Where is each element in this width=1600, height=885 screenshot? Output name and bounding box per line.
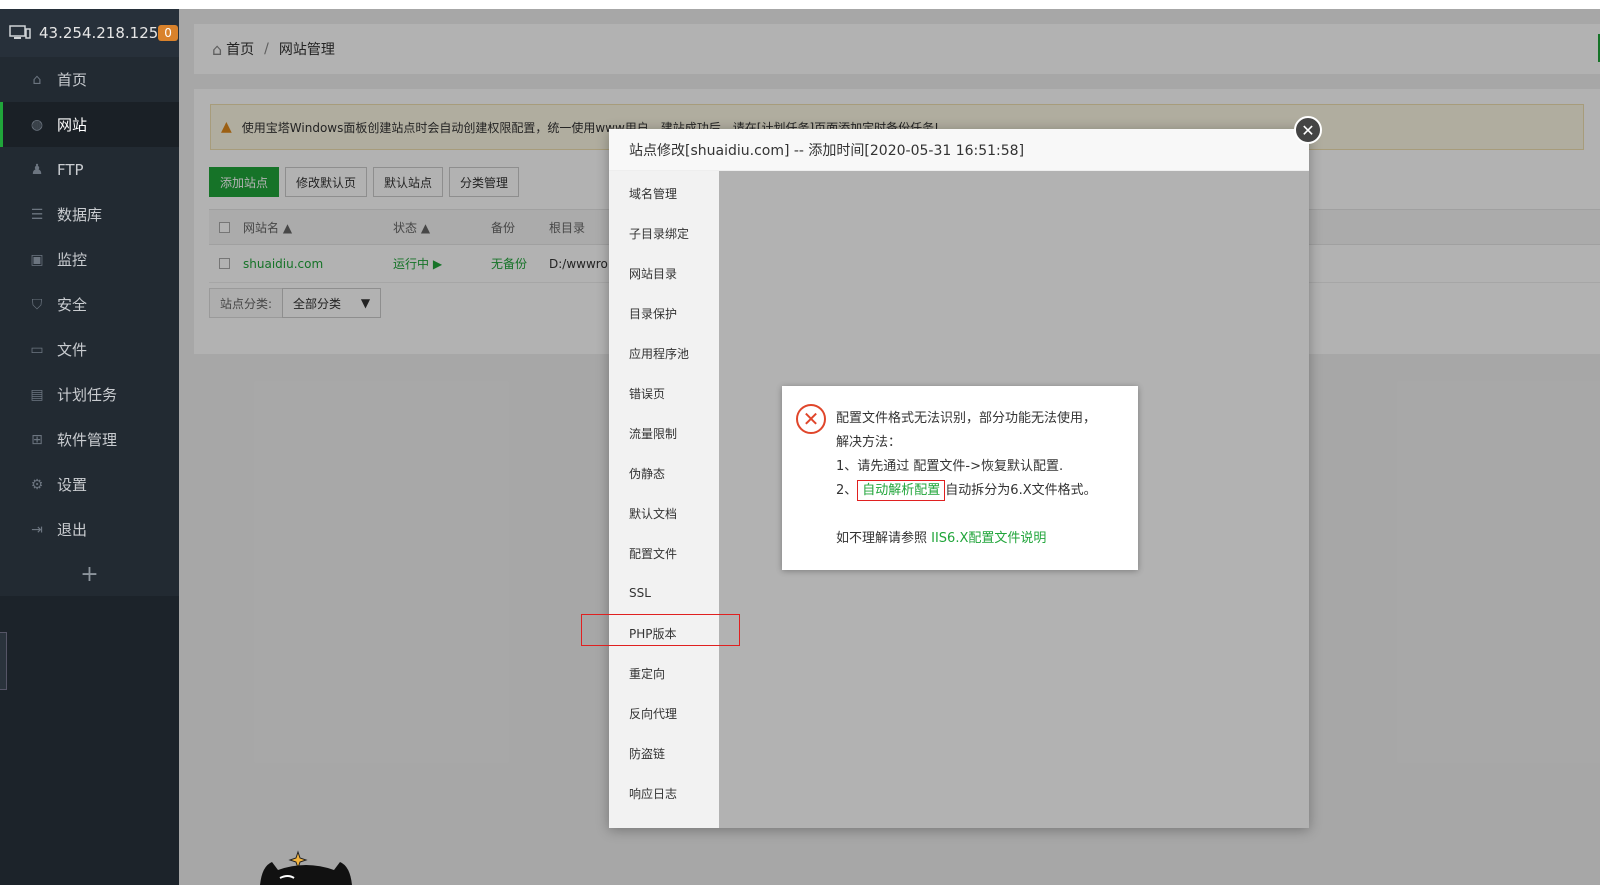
sidebar-item-label: 计划任务 — [57, 386, 118, 404]
sidebar-nav: ⌂ 首页 ◍ 网站 ♟ FTP ☰ 数据库 ▣ 监控 ⛉ 安全 ▭ 文件 ▤ 计划任务 ⊞ 软件管… — [0, 57, 179, 552]
folder-icon: ▭ — [30, 341, 44, 358]
error-dialog: ✕ 配置文件格式无法识别，部分功能无法使用， 解决方法： 1、请先通过 配置文件… — [782, 386, 1138, 570]
sidebar-item-files[interactable]: ▭ 文件 — [0, 327, 179, 372]
notification-badge[interactable]: 0 — [158, 25, 178, 41]
php-version-highlight — [581, 614, 740, 646]
auto-parse-config-link[interactable]: 自动解析配置 — [857, 480, 946, 501]
error-message: 配置文件格式无法识别，部分功能无法使用， 解决方法： 1、请先通过 配置文件->… — [836, 407, 1126, 551]
mascot-cat-icon — [258, 848, 354, 885]
sidebar-item-home[interactable]: ⌂ 首页 — [0, 57, 179, 102]
sidebar-item-label: 首页 — [57, 71, 88, 89]
server-ip: 43.254.218.125 — [39, 24, 159, 42]
calendar-icon: ▤ — [30, 386, 44, 403]
add-menu-button[interactable]: + — [0, 552, 179, 596]
error-line-2: 解决方法： — [836, 435, 902, 450]
sidebar-item-label: 监控 — [57, 251, 88, 269]
sidebar-item-software[interactable]: ⊞ 软件管理 — [0, 417, 179, 462]
modal-nav-ssl[interactable]: SSL — [609, 573, 719, 613]
modal-nav-response-log[interactable]: 响应日志 — [609, 773, 719, 813]
error-line-4-suffix: 自动拆分为6.X文件格式。 — [945, 483, 1097, 498]
error-line-4: 2、 自动解析配置 自动拆分为6.X文件格式。 — [836, 479, 1126, 503]
sidebar-item-label: 文件 — [57, 341, 88, 359]
modal-nav-reverse-proxy[interactable]: 反向代理 — [609, 693, 719, 733]
error-line-1: 配置文件格式无法识别，部分功能无法使用， — [836, 411, 1097, 426]
modal-nav-rewrite[interactable]: 伪静态 — [609, 453, 719, 493]
error-line-5: 如不理解请参照 IIS6.X配置文件说明 — [836, 527, 1126, 551]
globe-icon: ◍ — [30, 116, 44, 133]
modal-nav-app-pool[interactable]: 应用程序池 — [609, 333, 719, 373]
grid-icon: ⊞ — [31, 431, 43, 448]
error-line-4-prefix: 2、 — [836, 483, 858, 498]
sidebar-item-website[interactable]: ◍ 网站 — [0, 102, 179, 147]
sidebar-item-label: FTP — [57, 160, 84, 179]
server-header[interactable]: 43.254.218.125 0 — [0, 9, 179, 57]
sidebar-item-label: 软件管理 — [57, 431, 118, 449]
modal-nav-config-file[interactable]: 配置文件 — [609, 533, 719, 573]
monitor-icon: ▣ — [30, 251, 44, 268]
logout-icon: ⇥ — [31, 521, 43, 538]
sidebar-item-logout[interactable]: ⇥ 退出 — [0, 507, 179, 552]
sidebar-item-monitor[interactable]: ▣ 监控 — [0, 237, 179, 282]
close-icon[interactable]: ✕ — [1294, 116, 1322, 144]
sidebar-item-security[interactable]: ⛉ 安全 — [0, 282, 179, 327]
modal-nav-traffic-limit[interactable]: 流量限制 — [609, 413, 719, 453]
modal-nav-error-page[interactable]: 错误页 — [609, 373, 719, 413]
modal-nav-redirect[interactable]: 重定向 — [609, 653, 719, 693]
modal-nav-default-doc[interactable]: 默认文档 — [609, 493, 719, 533]
ftp-icon: ♟ — [30, 161, 44, 178]
error-line-5-prefix: 如不理解请参照 — [836, 531, 932, 546]
sidebar-item-label: 安全 — [57, 296, 88, 314]
error-line-3: 1、请先通过 配置文件->恢复默认配置. — [836, 459, 1064, 474]
sidebar: 43.254.218.125 0 ⌂ 首页 ◍ 网站 ♟ FTP ☰ 数据库 ▣ 监控 ⛉… — [0, 9, 179, 885]
sidebar-item-label: 退出 — [57, 521, 88, 539]
modal-nav-domain[interactable]: 域名管理 — [609, 173, 719, 213]
sidebar-item-database[interactable]: ☰ 数据库 — [0, 192, 179, 237]
modal-nav-hotlink[interactable]: 防盗链 — [609, 733, 719, 773]
top-strip — [0, 0, 1600, 9]
gear-icon: ⚙ — [30, 476, 44, 493]
sidebar-item-label: 数据库 — [57, 206, 103, 224]
sidebar-item-label: 网站 — [57, 116, 88, 134]
sidebar-item-settings[interactable]: ⚙ 设置 — [0, 462, 179, 507]
shield-icon: ⛉ — [31, 296, 43, 313]
iis6-config-doc-link[interactable]: IIS6.X配置文件说明 — [931, 531, 1046, 546]
database-icon: ☰ — [30, 206, 44, 223]
modal-title: 站点修改[shuaidiu.com] -- 添加时间[2020-05-31 16… — [609, 129, 1309, 171]
monitor-icon — [9, 25, 31, 41]
sidebar-drag-handle[interactable] — [0, 632, 7, 690]
error-icon: ✕ — [796, 404, 826, 434]
modal-nav-subdir[interactable]: 子目录绑定 — [609, 213, 719, 253]
sidebar-item-label: 设置 — [57, 476, 88, 494]
modal-nav-site-dir[interactable]: 网站目录 — [609, 253, 719, 293]
modal-side-nav: 域名管理 子目录绑定 网站目录 目录保护 应用程序池 错误页 流量限制 伪静态 … — [609, 171, 719, 828]
sidebar-item-cron[interactable]: ▤ 计划任务 — [0, 372, 179, 417]
home-icon: ⌂ — [32, 71, 42, 88]
sidebar-item-ftp[interactable]: ♟ FTP — [0, 147, 179, 192]
modal-nav-dir-protect[interactable]: 目录保护 — [609, 293, 719, 333]
